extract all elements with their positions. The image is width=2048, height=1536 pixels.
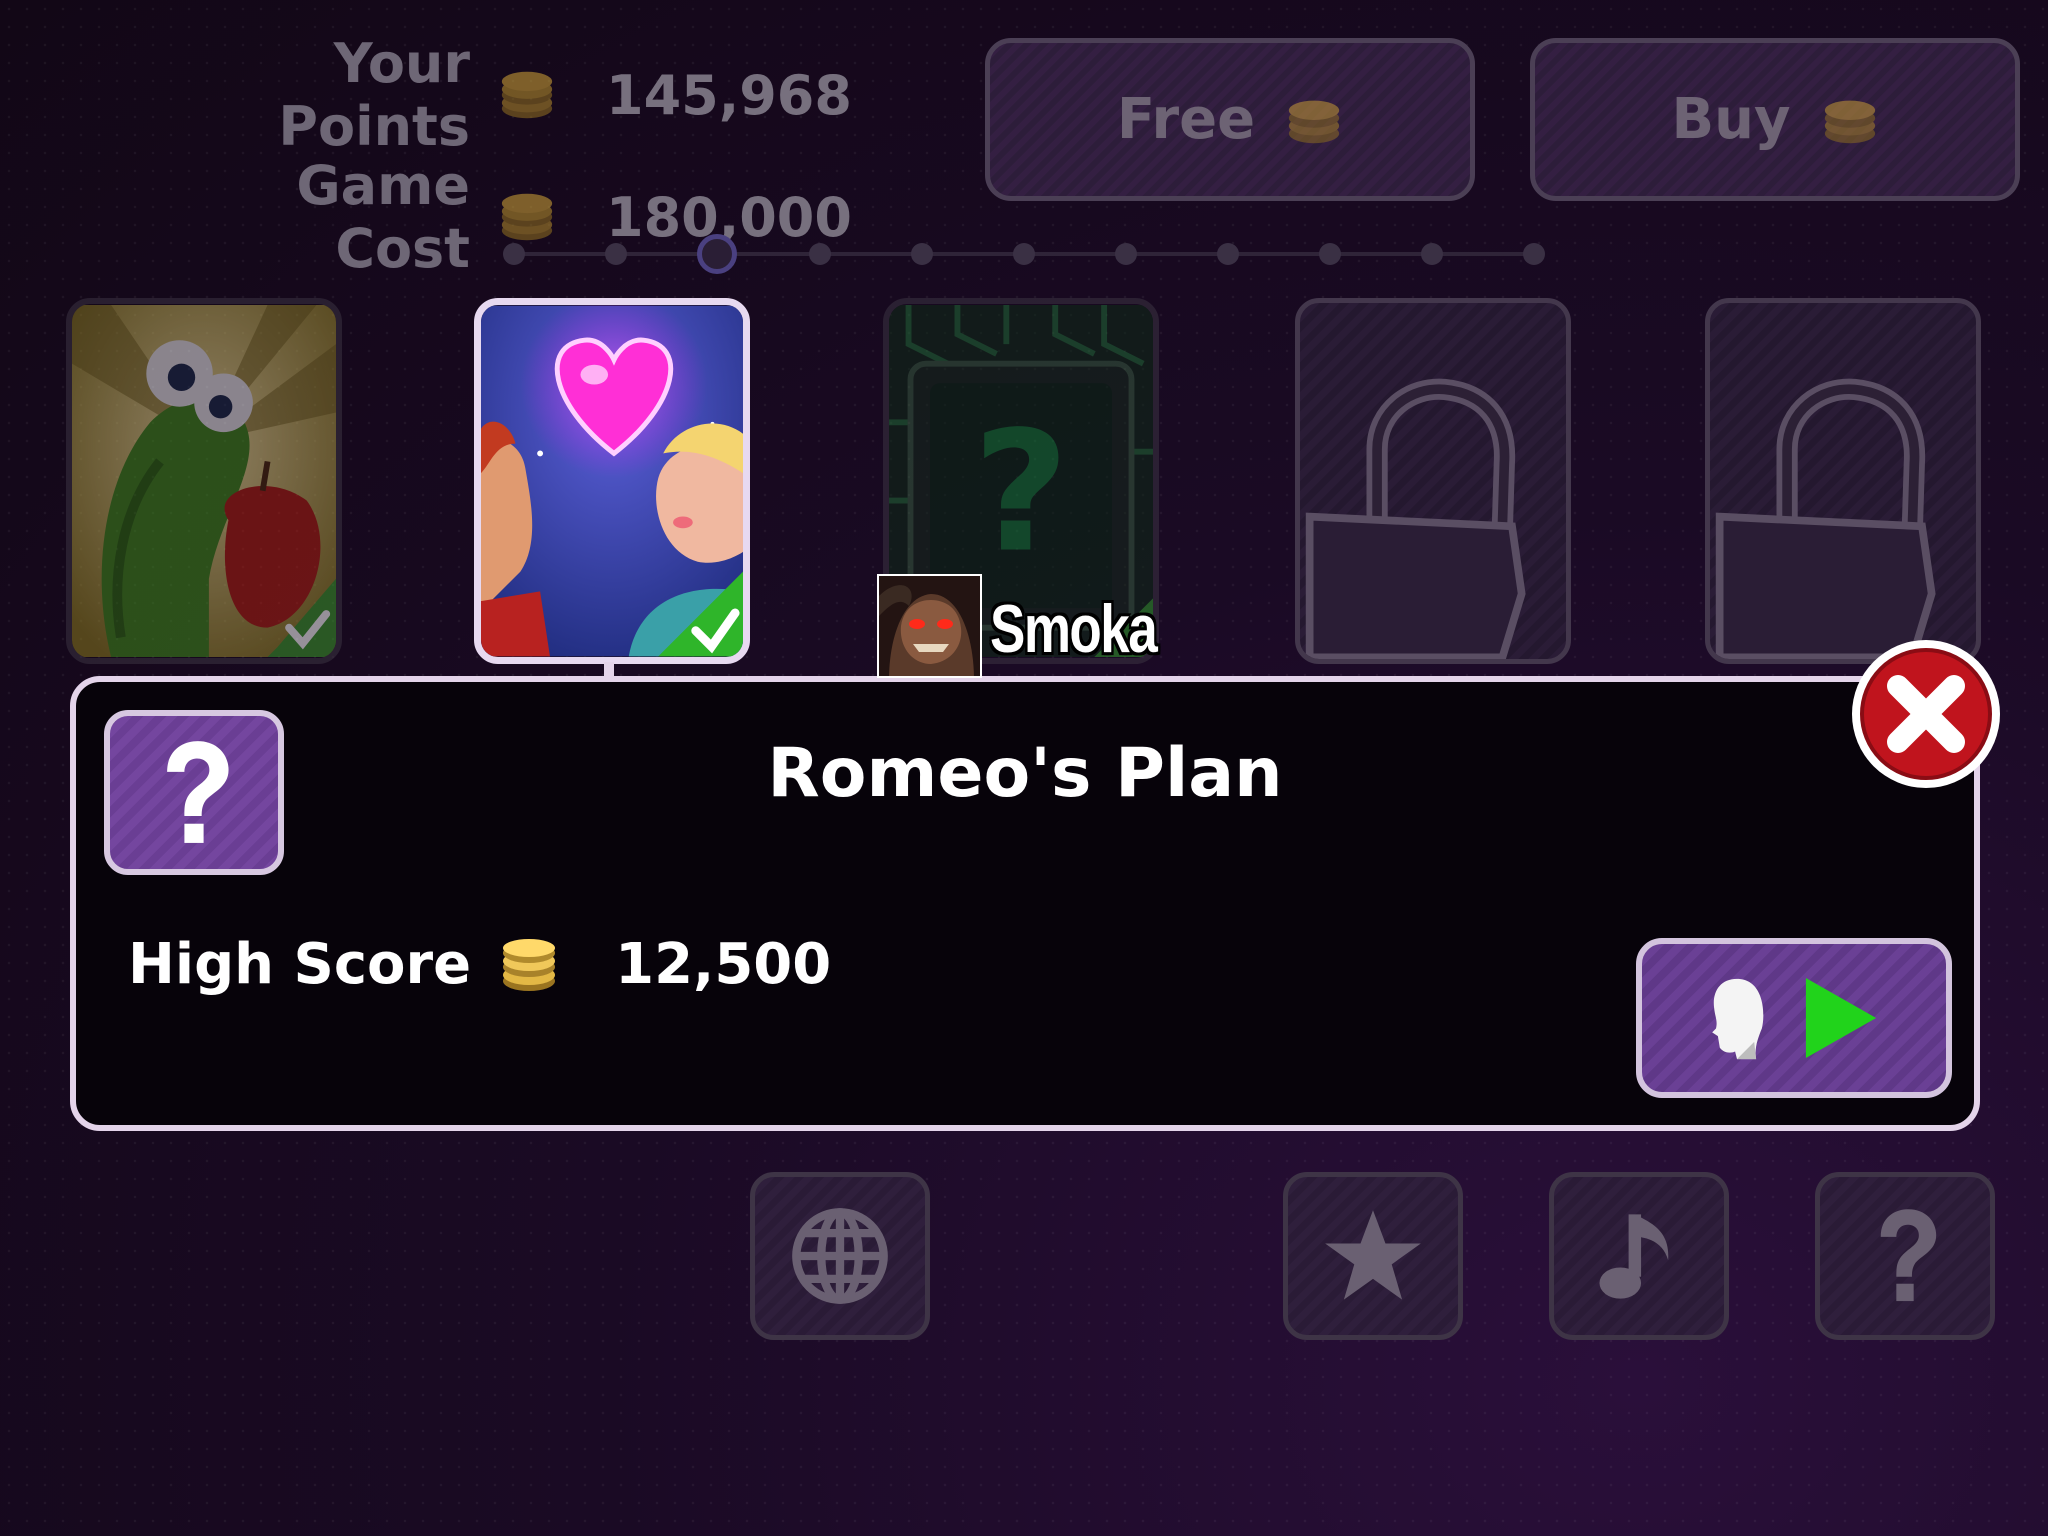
close-icon xyxy=(1860,648,1992,780)
rate-button[interactable] xyxy=(1283,1172,1463,1340)
lock-icon xyxy=(1715,378,1936,659)
pager-dot[interactable] xyxy=(1421,243,1443,265)
help-bottom-button[interactable] xyxy=(1815,1172,1995,1340)
pager-dot[interactable] xyxy=(1013,243,1035,265)
pager-dot-active[interactable] xyxy=(697,234,737,274)
free-button[interactable]: Free xyxy=(985,38,1475,201)
game-info-panel: Romeo's Plan High Score 12,500 xyxy=(70,676,1980,1131)
points-value: 145,968 xyxy=(606,63,852,127)
avatar-artwork xyxy=(879,576,980,676)
user-name: Smoka xyxy=(990,591,1158,667)
lock-icon xyxy=(1305,378,1526,659)
close-button[interactable] xyxy=(1852,640,2000,788)
pager-dot[interactable] xyxy=(1319,243,1341,265)
game-card-locked-1 xyxy=(1295,298,1571,664)
pager-dot[interactable] xyxy=(911,243,933,265)
music-note-icon xyxy=(1599,1214,1669,1299)
game-card-caterpillar[interactable] xyxy=(66,298,342,664)
buy-label: Buy xyxy=(1671,87,1791,152)
pager-dot[interactable] xyxy=(809,243,831,265)
pager-dot[interactable] xyxy=(1217,243,1239,265)
pager-dot[interactable] xyxy=(605,243,627,265)
pager-dot[interactable] xyxy=(1523,243,1545,265)
user-avatar xyxy=(877,574,982,678)
points-row: Your Points 145,968 xyxy=(160,32,852,158)
play-single-player-button[interactable] xyxy=(1636,938,1952,1098)
free-label: Free xyxy=(1116,87,1256,152)
svg-text:?: ? xyxy=(973,396,1069,589)
coin-icon xyxy=(503,938,556,991)
play-icon xyxy=(1805,978,1877,1058)
game-card-locked-2 xyxy=(1705,298,1981,664)
star-icon xyxy=(1325,1210,1421,1300)
coin-icon xyxy=(1824,100,1875,143)
high-score-label: High Score xyxy=(128,932,472,997)
caterpillar-artwork xyxy=(72,305,336,657)
romeo-artwork xyxy=(481,305,743,657)
high-score-value: 12,500 xyxy=(615,932,832,997)
buy-button[interactable]: Buy xyxy=(1530,38,2020,201)
game-title: Romeo's Plan xyxy=(767,734,1283,813)
coin-icon xyxy=(1288,100,1340,143)
music-button[interactable] xyxy=(1549,1172,1729,1340)
head-icon xyxy=(1712,978,1764,1060)
coin-icon xyxy=(501,193,553,241)
cost-label: Game Cost xyxy=(296,154,470,280)
coin-icon xyxy=(501,71,553,119)
game-card-romeo[interactable] xyxy=(474,298,750,664)
pager-dot[interactable] xyxy=(503,243,525,265)
pager-dot[interactable] xyxy=(1115,243,1137,265)
points-label: Your Points xyxy=(278,32,470,158)
high-score-row: High Score 12,500 xyxy=(128,932,831,997)
globe-icon xyxy=(792,1208,888,1304)
question-icon xyxy=(1880,1209,1937,1302)
online-button[interactable] xyxy=(750,1172,930,1340)
